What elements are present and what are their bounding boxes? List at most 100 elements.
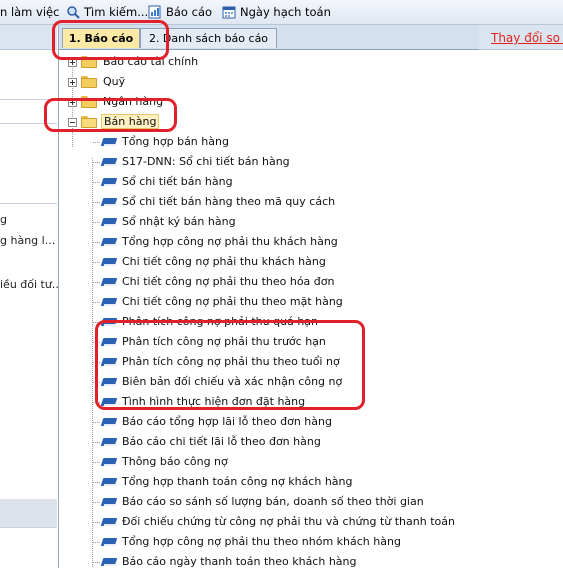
expand-icon[interactable] [68, 78, 77, 87]
tree-guide [93, 402, 101, 403]
tree-guide [93, 542, 101, 543]
report-book-icon [100, 136, 118, 148]
toolbar-report-label: Báo cáo [166, 5, 213, 19]
search-button[interactable]: Tìm kiếm... [66, 4, 148, 20]
report-item-label: Phân tích công nợ phải thu trước hạn [122, 335, 326, 348]
folder-icon [81, 56, 97, 68]
divider [0, 527, 57, 528]
report-item[interactable]: Tổng hợp công nợ phải thu theo nhóm khác… [59, 532, 479, 552]
report-item-label: Tổng hợp bán hàng [122, 135, 229, 148]
tree-guide [93, 442, 101, 443]
tree-guide [93, 142, 101, 143]
report-item[interactable]: Phân tích công nợ phải thu theo tuổi nợ [59, 352, 479, 372]
report-book-icon [100, 476, 118, 488]
report-item-label: Tổng hợp công nợ phải thu khách hàng [122, 235, 338, 248]
divider [0, 123, 57, 124]
tab-reports-label: 1. Báo cáo [68, 32, 134, 45]
workspace-button[interactable]: n làm việc [0, 4, 59, 20]
tree-guide [93, 362, 101, 363]
expand-icon[interactable] [68, 58, 77, 67]
report-item-label: Phân tích công nợ phải thu quá hạn [122, 315, 319, 328]
report-book-icon [100, 336, 118, 348]
report-item-label: Chi tiết công nợ phải thu theo mặt hàng [122, 295, 343, 308]
report-item-label: Biên bản đối chiếu và xác nhận công nợ [122, 375, 343, 388]
report-item[interactable]: Báo cáo tổng hợp lãi lỗ theo đơn hàng [59, 412, 479, 432]
report-book-icon [100, 196, 118, 208]
posting-date-button[interactable]: Ngày hạch toán [222, 4, 331, 20]
tree-folder-label: Ngân hàng [103, 95, 164, 108]
folder-icon [81, 96, 97, 108]
report-item[interactable]: Đối chiếu chứng từ công nợ phải thu và c… [59, 512, 479, 532]
toolbar-search-label: Tìm kiếm... [84, 5, 149, 19]
report-book-icon [100, 256, 118, 268]
report-item-label: Phân tích công nợ phải thu theo tuổi nợ [122, 355, 340, 368]
report-item-label: Chi tiết công nợ phải thu theo hóa đơn [122, 275, 335, 288]
folder-icon [81, 76, 97, 88]
tree-folder-financial[interactable]: Báo cáo tài chính [59, 52, 479, 72]
report-item[interactable]: Sổ chi tiết bán hàng theo mã quy cách [59, 192, 479, 212]
report-item-label: Đối chiếu chứng từ công nợ phải thu và c… [122, 515, 455, 528]
left-list-item[interactable]: g hàng l... [0, 234, 55, 247]
tab-report-list[interactable]: 2. Danh sách báo cáo [140, 28, 277, 48]
report-item[interactable]: Báo cáo so sánh số lượng bán, doanh số t… [59, 492, 479, 512]
report-item[interactable]: Tổng hợp thanh toán công nợ khách hàng [59, 472, 479, 492]
tree-guide [93, 262, 101, 263]
toolbar-posting-date-label: Ngày hạch toán [240, 5, 331, 19]
tree-guide [93, 462, 101, 463]
left-panel-footer [0, 499, 57, 527]
tree-folder-cash[interactable]: Quỹ [59, 72, 479, 92]
right-panel: Thay đổi so với [479, 25, 563, 568]
report-book-icon [100, 236, 118, 248]
report-book-icon [100, 356, 118, 368]
report-item[interactable]: Sổ chi tiết bán hàng [59, 172, 479, 192]
report-item[interactable]: Sổ nhật ký bán hàng [59, 212, 479, 232]
report-item[interactable]: Phân tích công nợ phải thu trước hạn [59, 332, 479, 352]
report-book-icon [100, 156, 118, 168]
report-item[interactable]: Tổng hợp bán hàng [59, 132, 479, 152]
report-book-icon [100, 396, 118, 408]
report-tree: Báo cáo tài chính Quỹ Ngân hàng Bán hàng… [59, 50, 479, 568]
report-book-icon [100, 276, 118, 288]
report-item[interactable]: Chi tiết công nợ phải thu theo mặt hàng [59, 292, 479, 312]
report-item[interactable]: Chi tiết công nợ phải thu khách hàng [59, 252, 479, 272]
tree-folder-label: Báo cáo tài chính [103, 55, 199, 68]
report-panel: 1. Báo cáo 2. Danh sách báo cáo Báo cáo … [58, 25, 480, 568]
tree-guide [93, 162, 101, 163]
report-item[interactable]: Biên bản đối chiếu và xác nhận công nợ [59, 372, 479, 392]
report-book-icon [100, 516, 118, 528]
report-item-label: Báo cáo tổng hợp lãi lỗ theo đơn hàng [122, 415, 332, 428]
tab-reports[interactable]: 1. Báo cáo [62, 28, 140, 48]
report-item[interactable]: Thông báo công nợ [59, 452, 479, 472]
tree-folder-label: Bán hàng [101, 114, 160, 129]
report-item-label: Tổng hợp thanh toán công nợ khách hàng [122, 475, 353, 488]
report-item[interactable]: Tổng hợp công nợ phải thu khách hàng [59, 232, 479, 252]
left-panel: g g hàng l... iều đối tư... [0, 25, 62, 568]
left-panel-header [0, 25, 57, 50]
tree-folder-bank[interactable]: Ngân hàng [59, 92, 479, 112]
expand-icon[interactable] [68, 98, 77, 107]
report-item[interactable]: Phân tích công nợ phải thu quá hạn [59, 312, 479, 332]
report-item[interactable]: Báo cáo ngày thanh toán theo khách hàng [59, 552, 479, 568]
change-compare-link[interactable]: Thay đổi so với [491, 31, 563, 45]
report-item-label: Báo cáo chi tiết lãi lỗ theo đơn hàng [122, 435, 321, 448]
report-book-icon [100, 496, 118, 508]
report-button[interactable]: Báo cáo [148, 4, 212, 20]
collapse-icon[interactable] [68, 118, 77, 127]
report-book-icon [100, 296, 118, 308]
tree-folder-label: Quỹ [103, 75, 126, 88]
report-book-icon [100, 556, 118, 568]
calendar-icon [222, 5, 236, 19]
tab-report-list-label: 2. Danh sách báo cáo [148, 32, 269, 45]
report-item[interactable]: Tình hình thực hiện đơn đặt hàng [59, 392, 479, 412]
report-icon [148, 5, 162, 19]
report-book-icon [100, 456, 118, 468]
left-list-item[interactable]: iều đối tư... [0, 278, 62, 291]
report-item[interactable]: Báo cáo chi tiết lãi lỗ theo đơn hàng [59, 432, 479, 452]
tree-folder-sales[interactable]: Bán hàng [59, 112, 479, 132]
left-list-item[interactable]: g [0, 213, 7, 226]
tree-guide [93, 282, 101, 283]
tree-guide [93, 202, 101, 203]
tree-guide [93, 482, 101, 483]
report-item[interactable]: Chi tiết công nợ phải thu theo hóa đơn [59, 272, 479, 292]
report-item[interactable]: S17-DNN: Sổ chi tiết bán hàng [59, 152, 479, 172]
